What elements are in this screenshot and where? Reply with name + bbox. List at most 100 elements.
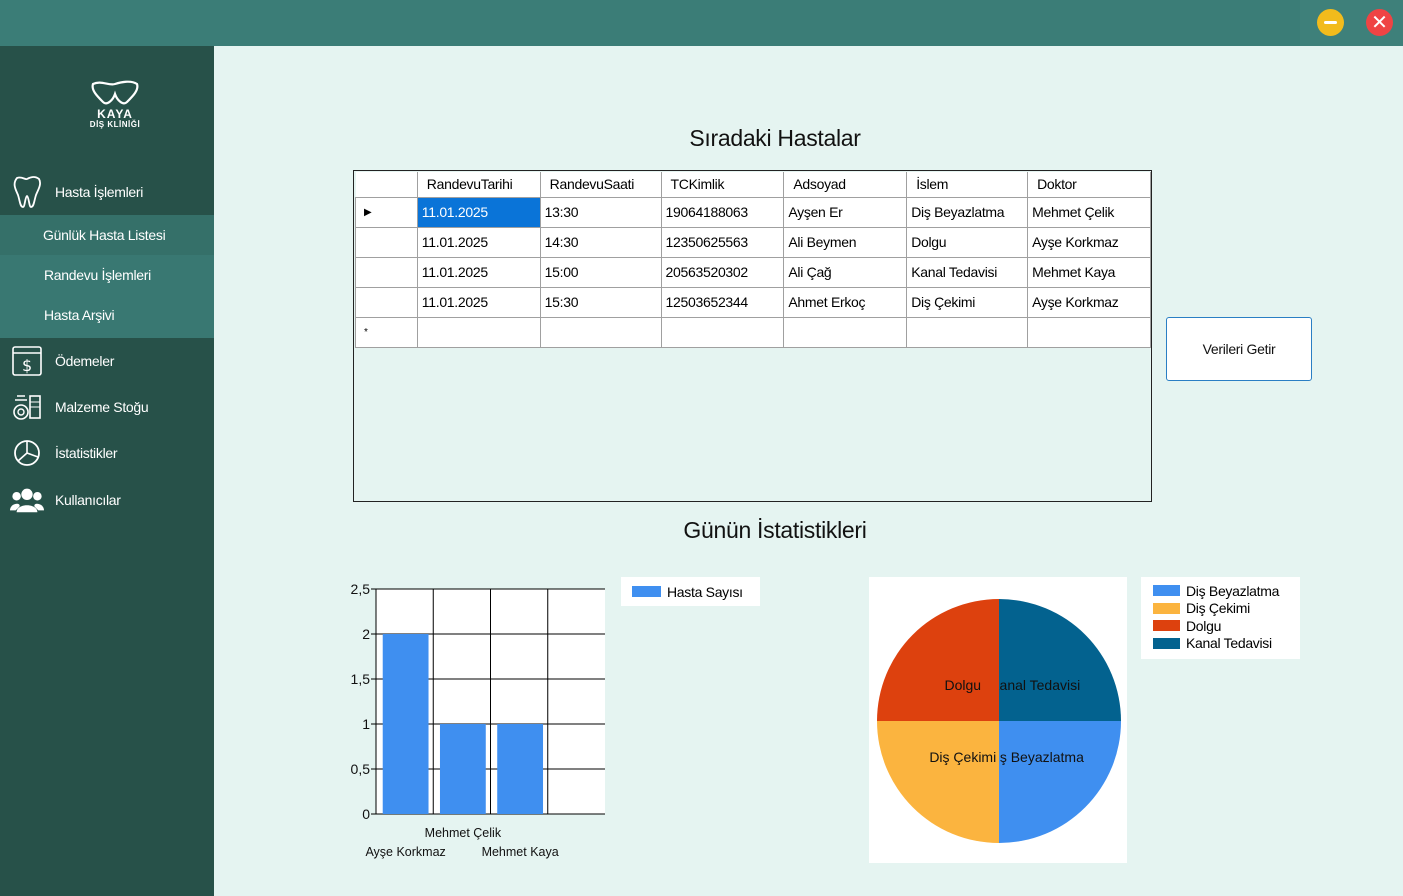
bar-chart-legend: Hasta Sayısı (621, 577, 760, 606)
appointments-table: RandevuTarihi RandevuSaati TCKimlik Adso… (355, 172, 1151, 348)
nav-label: Kullanıcılar (55, 492, 121, 508)
column-header[interactable]: İslem (906, 172, 1029, 198)
table-cell[interactable]: Ayşen Er (783, 196, 908, 228)
row-header[interactable] (355, 286, 418, 318)
column-header[interactable]: RandevuTarihi (416, 172, 541, 198)
pie-chart-icon (10, 436, 44, 470)
y-tick-label: 2,5 (351, 581, 371, 597)
table-cell[interactable]: Ahmet Erkoç (783, 286, 908, 318)
tooth-icon (10, 175, 44, 209)
row-header[interactable] (355, 226, 418, 258)
table-cell[interactable] (1027, 316, 1151, 348)
sidebar-item-randevu-islemleri[interactable]: Randevu İşlemleri (0, 255, 214, 295)
payment-icon: $ (10, 344, 44, 378)
y-tick-label: 2 (362, 626, 370, 642)
patients-per-doctor-bar-chart: 0 0,5 1 1,5 2 2,5 Ayşe Korkmaz Mehmet Çelik Mehm… (351, 581, 605, 859)
minimize-button[interactable] (1317, 9, 1344, 36)
table-cell[interactable]: 15:30 (539, 286, 662, 318)
legend-label: Kanal Tedavisi (1186, 635, 1272, 652)
bar (497, 724, 544, 814)
bar (382, 634, 429, 814)
close-button[interactable]: ✕ (1366, 9, 1393, 36)
y-tick-label: 1 (362, 716, 370, 732)
table-cell[interactable]: 12350625563 (660, 226, 785, 258)
y-tick-label: 0,5 (351, 761, 371, 777)
table-cell[interactable]: Ayşe Korkmaz (1027, 286, 1151, 318)
table-cell[interactable]: Kanal Tedavisi (906, 256, 1029, 288)
y-tick-label: 1,5 (351, 671, 371, 687)
legend-label: Dolgu (1186, 617, 1222, 634)
table-cell[interactable]: 13:30 (539, 196, 662, 228)
legend-item: Dolgu (1141, 617, 1300, 635)
column-header[interactable]: TCKimlik (660, 172, 785, 198)
table-row[interactable]: 11.01.2025 15:00 20563520302 Ali Çağ Kan… (355, 256, 1151, 288)
clinic-logo: KAYA DİŞ KLİNİĞİ (70, 80, 160, 140)
table-cell[interactable]: 11.01.2025 (416, 226, 541, 258)
x-tick-label: Mehmet Kaya (482, 845, 559, 859)
nav-malzeme-stogu[interactable]: Malzeme Stoğu (0, 385, 214, 429)
table-cell[interactable] (416, 316, 541, 348)
legend-label: Diş Beyazlatma (1186, 582, 1280, 599)
table-cell[interactable]: 15:00 (539, 256, 662, 288)
y-tick-label: 0 (362, 806, 370, 822)
pie-slice-label: Dolgu (944, 677, 981, 693)
table-cell[interactable]: 11.01.2025 (416, 256, 541, 288)
logo-line1: KAYA (97, 107, 133, 121)
table-row[interactable]: 11.01.2025 14:30 12350625563 Ali Beymen … (355, 226, 1151, 258)
table-cell[interactable]: Ayşe Korkmaz (1027, 226, 1151, 258)
verileri-getir-button[interactable]: Verileri Getir (1166, 317, 1312, 381)
tooth-logo-icon (91, 80, 139, 105)
new-row[interactable]: * (355, 316, 1151, 348)
pie-slice-label: Kanal Tedavisi (990, 677, 1080, 693)
table-row[interactable]: ▶ 11.01.2025 13:30 19064188063 Ayşen Er … (355, 196, 1151, 228)
row-header[interactable] (355, 256, 418, 288)
table-cell[interactable]: 20563520302 (660, 256, 785, 288)
column-header[interactable]: Adsoyad (783, 172, 908, 198)
nav-odemeler[interactable]: $ Ödemeler (0, 339, 214, 383)
pie-slice (877, 721, 999, 843)
table-cell[interactable]: Dolgu (906, 226, 1029, 258)
nav-kullanicilar[interactable]: Kullanıcılar (0, 478, 214, 522)
page-title: Sıradaki Hastalar (689, 125, 861, 151)
table-cell[interactable]: Ali Çağ (783, 256, 908, 288)
table-cell[interactable] (906, 316, 1029, 348)
sidebar-item-gunluk-hasta-listesi[interactable]: Günlük Hasta Listesi (0, 215, 214, 255)
pie-slice (999, 721, 1121, 843)
appointments-grid[interactable]: RandevuTarihi RandevuSaati TCKimlik Adso… (353, 170, 1152, 502)
nav-hasta-islemleri[interactable]: Hasta İşlemleri (0, 170, 214, 214)
submenu-label: Randevu İşlemleri (44, 267, 151, 283)
column-header[interactable]: RandevuSaati (539, 172, 662, 198)
nav-istatistikler[interactable]: İstatistikler (0, 431, 214, 475)
pie-chart-area: Kanal Tedavisi Diş Beyazlatma Diş Çekimi Do… (869, 577, 1127, 863)
table-cell[interactable] (783, 316, 908, 348)
table-cell[interactable]: 11.01.2025 (416, 196, 541, 228)
new-row-marker: * (355, 316, 418, 348)
table-cell[interactable]: 12503652344 (660, 286, 785, 318)
table-cell[interactable]: Ali Beymen (783, 226, 908, 258)
table-cell[interactable]: Mehmet Kaya (1027, 256, 1151, 288)
legend-item: Kanal Tedavisi (1141, 635, 1300, 653)
pie-slice-label: Diş Çekimi (929, 749, 996, 765)
current-row-marker: ▶ (355, 196, 418, 228)
table-cell[interactable]: Mehmet Çelik (1027, 196, 1151, 228)
procedures-pie-chart: Kanal Tedavisi Diş BeyazlatmaDiş Çekimi Do… (877, 599, 1121, 843)
table-cell[interactable]: 14:30 (539, 226, 662, 258)
table-cell[interactable] (660, 316, 785, 348)
table-cell[interactable] (539, 316, 662, 348)
nav-label: Malzeme Stoğu (55, 399, 149, 415)
table-header-row: RandevuTarihi RandevuSaati TCKimlik Adso… (355, 172, 1151, 198)
hasta-submenu: Günlük Hasta Listesi Randevu İşlemleri H… (0, 215, 214, 338)
table-row[interactable]: 11.01.2025 15:30 12503652344 Ahmet Erkoç… (355, 286, 1151, 318)
table-cell[interactable]: Diş Çekimi (906, 286, 1029, 318)
x-tick-label: Ayşe Korkmaz (365, 845, 445, 859)
table-cell[interactable]: 11.01.2025 (416, 286, 541, 318)
pie-slice (877, 599, 999, 721)
table-cell[interactable]: Diş Beyazlatma (906, 196, 1029, 228)
submenu-label: Hasta Arşivi (44, 307, 115, 323)
sidebar-item-hasta-arsivi[interactable]: Hasta Arşivi (0, 295, 214, 335)
legend-swatch (1153, 637, 1180, 649)
svg-text:$: $ (22, 356, 32, 375)
column-header[interactable]: Doktor (1027, 172, 1151, 198)
table-cell[interactable]: 19064188063 (660, 196, 785, 228)
legend-swatch (632, 586, 661, 597)
